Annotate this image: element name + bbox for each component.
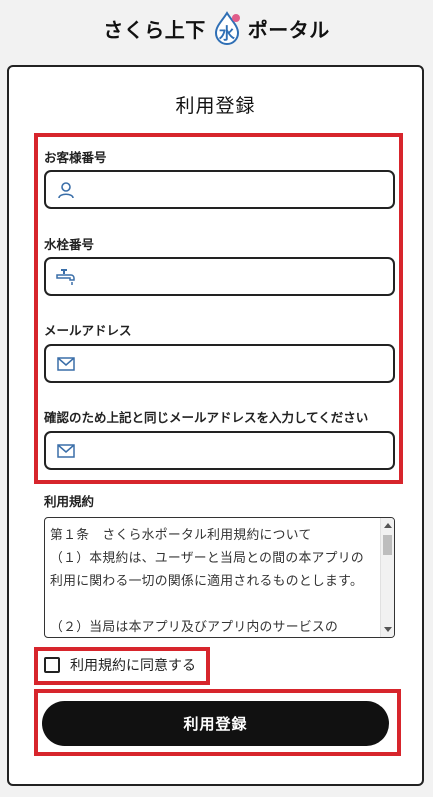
terms-label: 利用規約: [44, 494, 95, 509]
register-button[interactable]: 利用登録: [42, 701, 389, 746]
email-label: メールアドレス: [44, 323, 132, 338]
portal-logo: さくら上下 水 ポータル: [103, 11, 330, 45]
scroll-down-arrow-icon[interactable]: [384, 627, 392, 632]
faucet-icon: [56, 267, 76, 287]
logo-text-right: ポータル: [247, 17, 330, 42]
mail-icon: [56, 441, 76, 461]
mail-icon: [56, 354, 76, 374]
registration-card: 利用登録 お客様番号 水栓番号 メールアドレス 確認のため上記と同じメールアドレ…: [7, 65, 424, 786]
scroll-up-arrow-icon[interactable]: [384, 523, 392, 528]
faucet-number-label: 水栓番号: [44, 237, 95, 252]
page-title: 利用登録: [175, 95, 256, 117]
email-confirm-field[interactable]: [44, 431, 395, 470]
email-input[interactable]: [86, 345, 393, 382]
terms-text: 第１条 さくら水ポータル利用規約について （１）本規約は、ユーザーと当局との間の…: [50, 528, 364, 635]
water-drop-logo-icon: 水: [212, 11, 242, 45]
customer-number-field[interactable]: [44, 170, 395, 209]
customer-number-label: お客様番号: [44, 150, 107, 165]
faucet-number-field[interactable]: [44, 257, 395, 296]
terms-textarea[interactable]: 第１条 さくら水ポータル利用規約について （１）本規約は、ユーザーと当局との間の…: [44, 517, 395, 638]
logo-text-left: さくら上下: [103, 17, 206, 42]
logo-mark-text: 水: [218, 24, 235, 43]
scrollbar-thumb[interactable]: [383, 535, 392, 555]
user-icon: [56, 180, 76, 200]
email-confirm-label: 確認のため上記と同じメールアドレスを入力してください: [44, 410, 369, 425]
faucet-number-input[interactable]: [86, 258, 393, 295]
agree-terms-label[interactable]: 利用規約に同意する: [70, 655, 196, 675]
email-field[interactable]: [44, 344, 395, 383]
app-header: さくら上下 水 ポータル: [0, 0, 433, 56]
agree-terms-checkbox[interactable]: [44, 657, 60, 673]
agree-terms-row[interactable]: 利用規約に同意する: [44, 655, 196, 675]
email-confirm-input[interactable]: [86, 432, 393, 469]
customer-number-input[interactable]: [86, 171, 393, 208]
terms-scrollbar[interactable]: [380, 518, 394, 637]
